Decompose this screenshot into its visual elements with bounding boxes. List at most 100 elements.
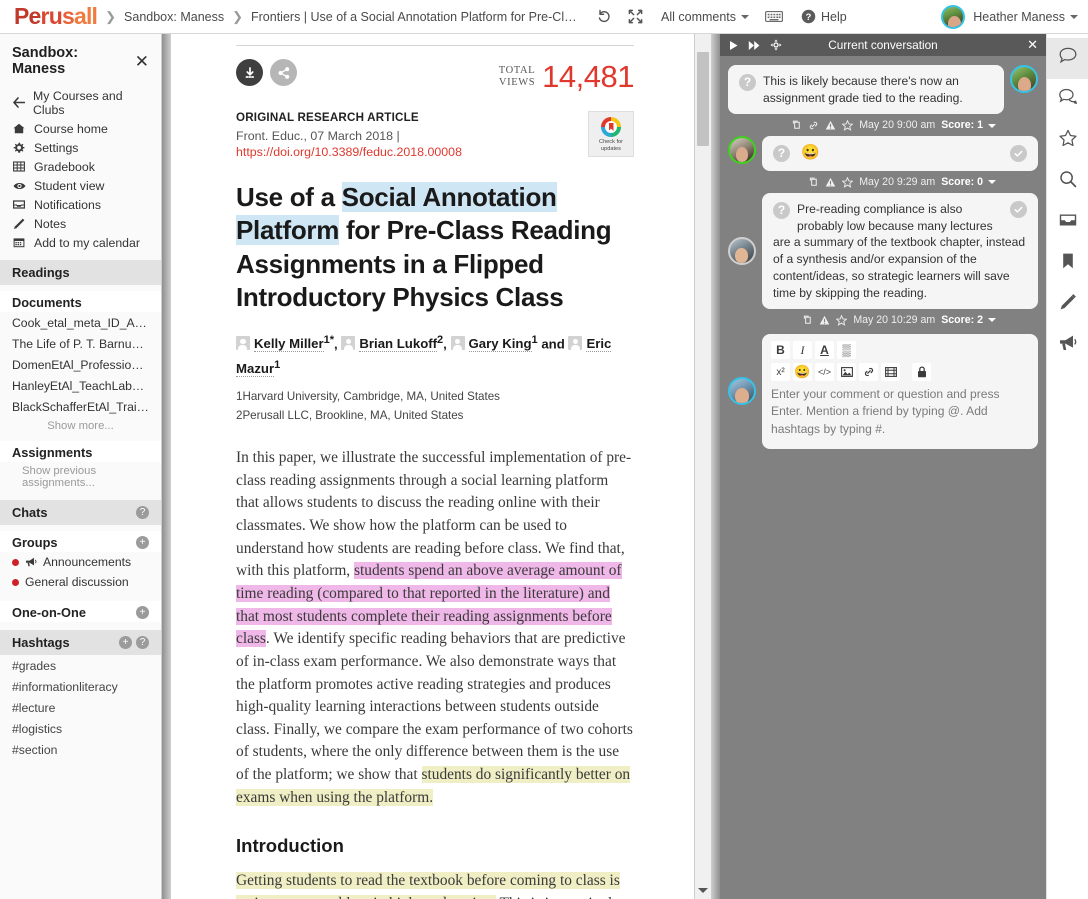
close-icon[interactable]: ✕ bbox=[1027, 37, 1038, 53]
message-score[interactable]: Score: 2 bbox=[941, 314, 996, 326]
help-button[interactable]: ? Help bbox=[801, 9, 847, 24]
help-icon[interactable]: ? bbox=[136, 636, 149, 649]
list-item-hashtag[interactable]: #section bbox=[0, 739, 161, 760]
rail-item-comments[interactable] bbox=[1046, 38, 1088, 79]
list-item-general-discussion[interactable]: General discussion bbox=[0, 572, 161, 592]
scroll-down-button[interactable] bbox=[695, 882, 711, 899]
star-icon[interactable] bbox=[842, 119, 854, 131]
document-scroll-area[interactable]: TOTAL VIEWS 14,481 ORIGINAL RESEARCH ART… bbox=[171, 34, 694, 899]
avatar[interactable] bbox=[1010, 65, 1038, 93]
comment-input-placeholder[interactable]: Enter your comment or question and press… bbox=[771, 386, 1029, 438]
message-score[interactable]: Score: 0 bbox=[941, 176, 996, 188]
scrollbar-track[interactable] bbox=[695, 34, 711, 882]
emoji-icon[interactable]: 😀 bbox=[793, 363, 812, 382]
author-name[interactable]: Brian Lukoff bbox=[359, 336, 438, 353]
rail-item-bookmarks[interactable] bbox=[1047, 243, 1088, 284]
sidebar-section-chats[interactable]: Chats ? bbox=[0, 500, 161, 525]
resolve-check-icon[interactable] bbox=[1010, 145, 1027, 163]
author-name[interactable]: Gary King bbox=[468, 336, 532, 353]
sidebar-item-notifications[interactable]: Notifications bbox=[0, 195, 161, 214]
message-score[interactable]: Score: 1 bbox=[941, 119, 996, 131]
star-icon[interactable] bbox=[836, 314, 848, 326]
move-icon[interactable] bbox=[770, 39, 782, 51]
sidebar-item-notes[interactable]: Notes bbox=[0, 214, 161, 233]
video-icon[interactable] bbox=[881, 363, 900, 382]
avatar[interactable] bbox=[728, 136, 756, 165]
rail-item-announcements[interactable] bbox=[1047, 325, 1088, 366]
italic-icon[interactable]: I bbox=[793, 341, 812, 360]
breadcrumb-document[interactable]: Frontiers | Use of a Social Annotation P… bbox=[251, 10, 581, 24]
rail-item-conversations[interactable] bbox=[1047, 79, 1088, 120]
author-name[interactable]: Kelly Miller bbox=[254, 336, 324, 353]
list-item[interactable]: Cook_etal_meta_ID_Acad... bbox=[0, 312, 161, 333]
breadcrumb-course[interactable]: Sandbox: Maness bbox=[124, 10, 224, 24]
comment-composer[interactable]: B I A ▒ x² 😀 </> Enter your comment or q… bbox=[762, 334, 1038, 449]
help-icon[interactable]: ? bbox=[136, 506, 149, 519]
rail-item-search[interactable] bbox=[1047, 161, 1088, 202]
add-icon[interactable]: + bbox=[119, 636, 132, 649]
scrollbar-thumb[interactable] bbox=[697, 52, 709, 146]
keyboard-icon[interactable] bbox=[765, 10, 783, 23]
document-scrollbar[interactable] bbox=[694, 34, 711, 899]
sidebar-section-hashtags[interactable]: Hashtags + ? bbox=[0, 630, 161, 655]
sidebar-item-settings[interactable]: Settings bbox=[0, 138, 161, 157]
undo-icon[interactable] bbox=[597, 9, 612, 24]
rail-item-starred[interactable] bbox=[1047, 120, 1088, 161]
list-item[interactable]: DomenEtAl_Professionali... bbox=[0, 354, 161, 375]
message-bubble[interactable]: ? 😀 bbox=[762, 136, 1038, 172]
message-bubble[interactable]: ? Pre-reading compliance is also probabl… bbox=[762, 193, 1038, 310]
sidebar-item-student-view[interactable]: Student view bbox=[0, 176, 161, 195]
star-icon[interactable] bbox=[842, 176, 854, 188]
list-item-hashtag[interactable]: #lecture bbox=[0, 697, 161, 718]
highlight-icon[interactable]: ▒ bbox=[837, 341, 856, 360]
list-item[interactable]: The Life of P. T. Barnum, ... bbox=[0, 333, 161, 354]
avatar[interactable] bbox=[728, 377, 756, 406]
flag-icon[interactable] bbox=[819, 315, 830, 326]
close-icon[interactable]: ✕ bbox=[135, 53, 149, 70]
image-icon[interactable] bbox=[837, 363, 856, 382]
add-icon[interactable]: + bbox=[136, 536, 149, 549]
sidebar-item-course-home[interactable]: Course home bbox=[0, 119, 161, 138]
sidebar-item-my-courses[interactable]: My Courses and Clubs bbox=[0, 86, 161, 119]
fast-forward-icon[interactable] bbox=[748, 40, 761, 51]
show-previous-assignments[interactable]: Show previous assignments... bbox=[0, 462, 161, 492]
resolve-check-icon[interactable] bbox=[1010, 201, 1027, 219]
superscript-icon[interactable]: x² bbox=[771, 363, 790, 382]
list-item[interactable]: BlackSchafferEtAl_Trainin... bbox=[0, 396, 161, 417]
share-icon[interactable] bbox=[270, 59, 297, 86]
add-icon[interactable]: + bbox=[136, 606, 149, 619]
flag-icon[interactable] bbox=[825, 177, 836, 188]
show-more-documents[interactable]: Show more... bbox=[0, 417, 161, 435]
user-menu[interactable]: Heather Maness bbox=[973, 10, 1078, 24]
code-icon[interactable]: </> bbox=[815, 363, 834, 382]
message-bubble[interactable]: ? This is likely because there's now an … bbox=[728, 65, 1004, 115]
article-doi-link[interactable]: https://doi.org/10.3389/feduc.2018.00008 bbox=[236, 145, 462, 159]
all-comments-filter[interactable]: All comments bbox=[661, 10, 750, 24]
list-item-hashtag[interactable]: #informationliteracy bbox=[0, 676, 161, 697]
avatar[interactable] bbox=[941, 4, 966, 29]
sidebar-item-gradebook[interactable]: Gradebook bbox=[0, 157, 161, 176]
rail-item-inbox[interactable] bbox=[1047, 202, 1088, 243]
list-item-hashtag[interactable]: #logistics bbox=[0, 718, 161, 739]
link-icon[interactable] bbox=[808, 120, 819, 131]
sidebar-section-readings[interactable]: Readings bbox=[0, 260, 161, 285]
perusall-logo[interactable]: Perusall bbox=[14, 3, 98, 30]
flag-icon[interactable] bbox=[825, 120, 836, 131]
list-item[interactable]: HanleyEtAl_TeachLabMan... bbox=[0, 375, 161, 396]
lock-icon[interactable] bbox=[912, 363, 931, 382]
crossmark-badge[interactable]: Check for updates bbox=[588, 111, 634, 157]
reply-icon[interactable] bbox=[802, 315, 813, 326]
reply-icon[interactable] bbox=[808, 177, 819, 188]
rail-item-notes[interactable] bbox=[1047, 284, 1088, 325]
list-item-hashtag[interactable]: #grades bbox=[0, 655, 161, 676]
bold-icon[interactable]: B bbox=[771, 341, 790, 360]
text-color-icon[interactable]: A bbox=[815, 341, 834, 360]
expand-icon[interactable] bbox=[628, 9, 643, 24]
play-icon[interactable] bbox=[728, 40, 739, 51]
link-icon[interactable] bbox=[859, 363, 878, 382]
reply-icon[interactable] bbox=[791, 120, 802, 131]
list-item-announcements[interactable]: Announcements bbox=[0, 552, 161, 572]
sidebar-item-calendar[interactable]: Add to my calendar bbox=[0, 233, 161, 252]
download-icon[interactable] bbox=[236, 59, 263, 86]
avatar[interactable] bbox=[728, 237, 756, 266]
